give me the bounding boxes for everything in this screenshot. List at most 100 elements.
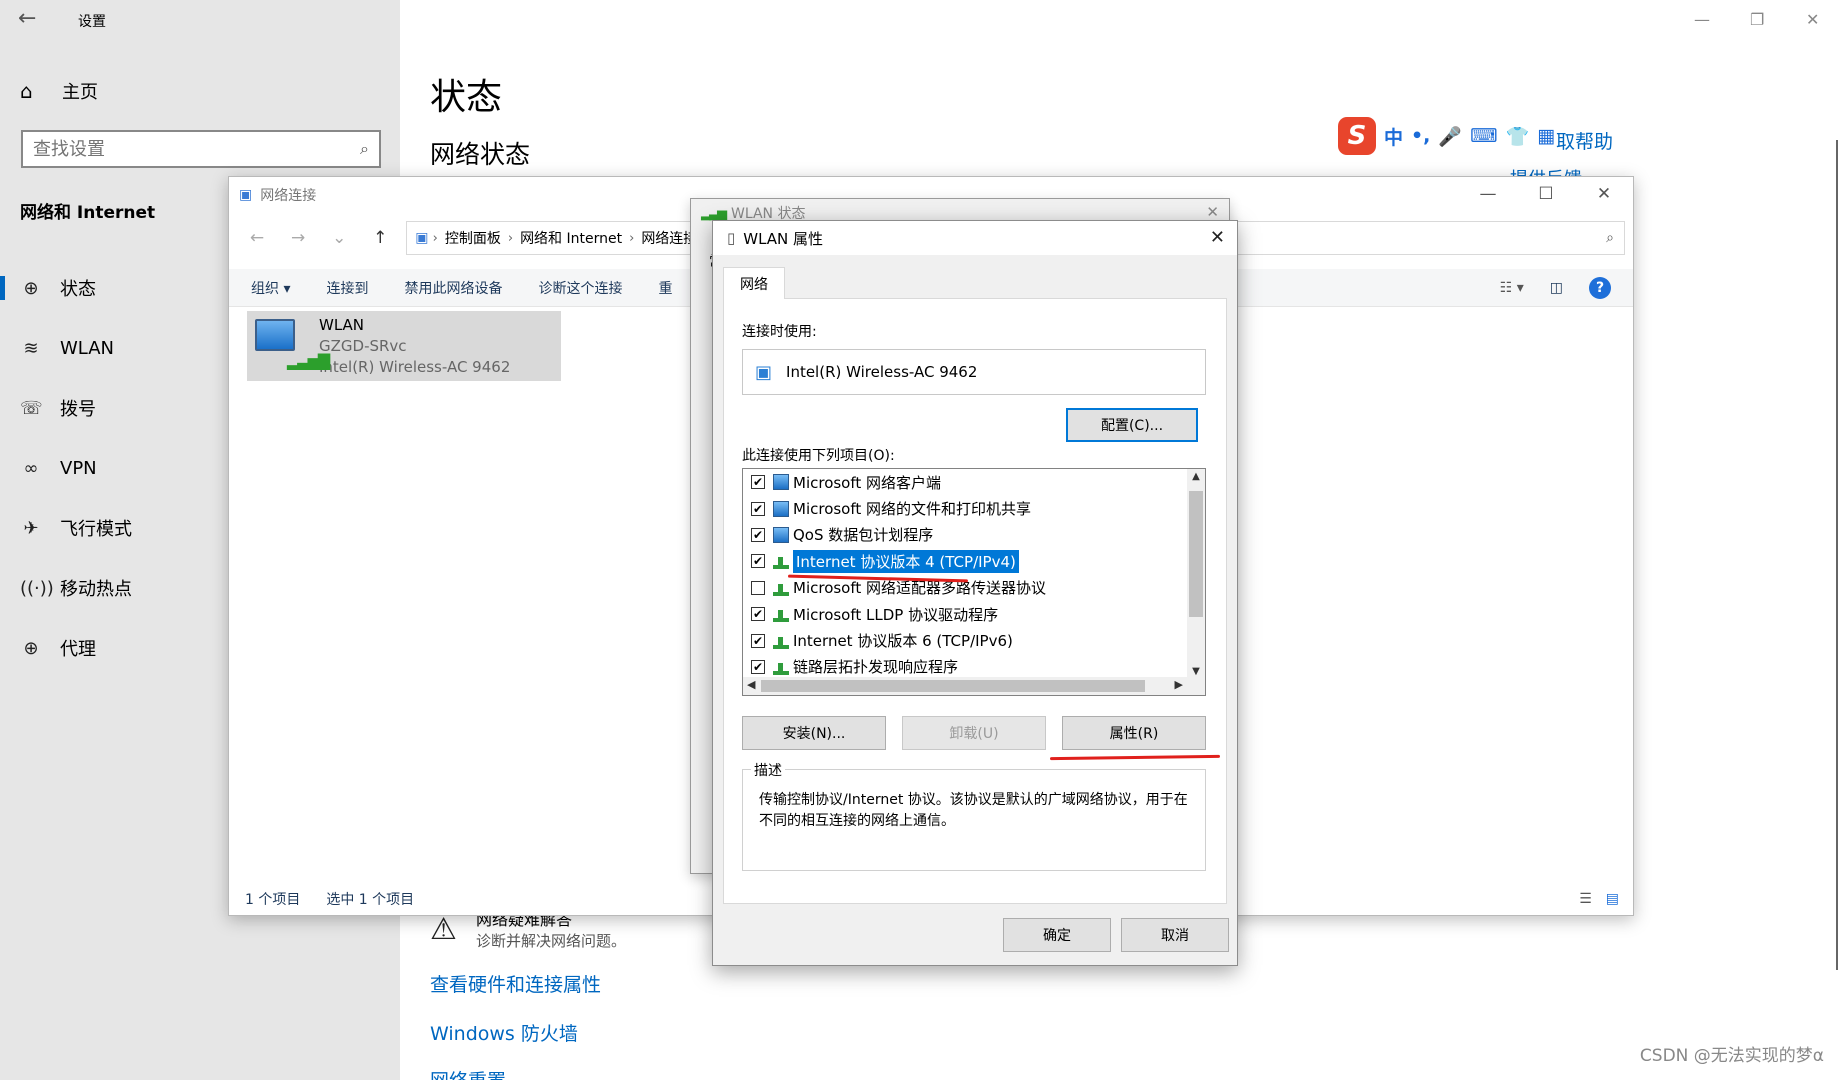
description-label: 描述: [751, 760, 785, 780]
preview-pane-icon[interactable]: ◫: [1550, 280, 1563, 296]
breadcrumb-segment[interactable]: 网络和 Internet: [520, 228, 622, 248]
wireless-adapter-icon: ▂▃▅▇: [253, 315, 330, 375]
home-icon: ⌂: [20, 79, 33, 103]
network-client-icon: [773, 474, 789, 491]
firewall-link[interactable]: Windows 防火墙: [430, 1019, 578, 1046]
configure-button[interactable]: 配置(C)...: [1066, 408, 1198, 442]
restore-icon[interactable]: ❐: [1750, 10, 1764, 29]
nav-label: 代理: [60, 639, 96, 660]
ime-keyboard-icon[interactable]: ⌨: [1470, 125, 1497, 147]
network-reset-link[interactable]: 网络重置: [430, 1066, 506, 1080]
connect-using-label: 连接时使用:: [742, 324, 817, 340]
list-item[interactable]: ✔ QoS 数据包计划程序: [743, 522, 1189, 548]
ime-toolbox-icon[interactable]: ▦: [1537, 125, 1555, 147]
horizontal-scrollbar[interactable]: ◀ ▶: [743, 677, 1205, 695]
close-icon[interactable]: ✕: [1206, 203, 1219, 221]
checkbox[interactable]: ✔: [751, 659, 765, 674]
vertical-scrollbar[interactable]: ▲ ▼: [1187, 469, 1205, 679]
components-list[interactable]: ✔ Microsoft 网络客户端 ✔ Microsoft 网络的文件和打印机共享 ✔ Q…: [742, 468, 1206, 696]
recent-dropdown-icon[interactable]: ⌄: [321, 228, 357, 248]
checkbox[interactable]: ✔: [751, 527, 765, 542]
back-arrow-icon[interactable]: ←: [239, 228, 275, 248]
chevron-right-icon[interactable]: ›: [629, 231, 634, 246]
adapter-name: Intel(R) Wireless-AC 9462: [786, 363, 978, 381]
page-scrollbar[interactable]: [1836, 140, 1838, 970]
help-icon[interactable]: ?: [1589, 276, 1611, 299]
section-title: 网络状态: [430, 140, 531, 169]
install-button[interactable]: 安装(N)...: [742, 716, 886, 750]
large-icons-view-icon[interactable]: ▤: [1606, 891, 1619, 907]
list-item[interactable]: ✔ Microsoft LLDP 协议驱动程序: [743, 601, 1189, 627]
ime-skin-icon[interactable]: 👕: [1506, 125, 1530, 148]
list-item[interactable]: ✔ Internet 协议版本 6 (TCP/IPv6): [743, 627, 1189, 653]
organize-menu[interactable]: 组织 ▾: [251, 278, 290, 298]
close-icon[interactable]: ✕: [1575, 177, 1633, 211]
tab-network[interactable]: 网络: [723, 267, 785, 299]
settings-search-input[interactable]: [33, 138, 361, 160]
settings-search-box[interactable]: ⌕: [21, 130, 381, 168]
rename-button[interactable]: 重: [658, 278, 672, 298]
breadcrumb-segment[interactable]: 控制面板: [445, 228, 501, 248]
sogou-logo-icon[interactable]: S: [1338, 117, 1376, 155]
airplane-icon: ✈: [23, 517, 39, 539]
forward-arrow-icon[interactable]: →: [280, 228, 316, 248]
protocol-icon: [773, 580, 789, 596]
list-item[interactable]: ✔ Microsoft 网络客户端: [743, 469, 1189, 495]
hardware-properties-link[interactable]: 查看硬件和连接属性: [430, 970, 601, 997]
checkbox[interactable]: [751, 580, 765, 595]
breadcrumb-segment[interactable]: 网络连接: [641, 228, 697, 248]
connection-name: WLAN: [319, 316, 365, 334]
minimize-icon[interactable]: —: [1694, 10, 1710, 29]
control-panel-icon: ▣: [415, 230, 429, 246]
checkbox[interactable]: ✔: [751, 607, 765, 622]
back-arrow-icon[interactable]: ←: [18, 6, 36, 31]
chevron-right-icon[interactable]: ›: [429, 231, 438, 246]
wlan-properties-titlebar: ▯ WLAN 属性: [713, 221, 1237, 255]
home-nav-item[interactable]: ⌂ 主页: [20, 78, 98, 104]
up-arrow-icon[interactable]: ↑: [362, 228, 398, 248]
adapter-field: ▣ Intel(R) Wireless-AC 9462: [742, 349, 1206, 395]
vpn-icon: ∞: [23, 457, 39, 479]
disable-device-button[interactable]: 禁用此网络设备: [404, 278, 502, 298]
checkbox[interactable]: ✔: [751, 475, 765, 490]
list-item[interactable]: ✔ Internet 协议版本 4 (TCP/IPv4): [743, 548, 1189, 574]
details-view-icon[interactable]: ☰: [1579, 891, 1592, 907]
connection-ssid: GZGD-SRvc: [319, 337, 407, 355]
nav-label: 移动热点: [60, 579, 132, 600]
checkbox[interactable]: ✔: [751, 554, 765, 569]
nav-label: 飞行模式: [60, 519, 132, 540]
scroll-thumb[interactable]: [1189, 491, 1203, 617]
uninstall-button[interactable]: 卸载(U): [902, 716, 1046, 750]
ime-chinese-mode[interactable]: 中: [1384, 123, 1403, 150]
network-adapter-icon: ▣: [755, 361, 773, 383]
properties-button[interactable]: 属性(R): [1062, 716, 1206, 750]
close-icon[interactable]: ✕: [1210, 227, 1225, 248]
wlan-connection-item[interactable]: ▂▃▅▇ WLAN GZGD-SRvc Intel(R) Wireless-AC…: [247, 311, 561, 381]
wifi-icon: ≋: [23, 337, 39, 359]
ime-microphone-icon[interactable]: 🎤: [1438, 125, 1462, 148]
page-title: 状态: [430, 77, 503, 118]
scroll-left-icon[interactable]: ◀: [747, 678, 755, 691]
view-options-icon[interactable]: ☷ ▾: [1500, 280, 1524, 296]
scroll-thumb[interactable]: [761, 680, 1145, 692]
scroll-up-icon[interactable]: ▲: [1187, 471, 1205, 482]
list-item[interactable]: ✔ Microsoft 网络的文件和打印机共享: [743, 495, 1189, 521]
diagnose-button[interactable]: 诊断这个连接: [538, 278, 622, 298]
cancel-button[interactable]: 取消: [1121, 918, 1229, 952]
view-switcher: ☰ ▤: [1579, 891, 1619, 907]
checkbox[interactable]: ✔: [751, 501, 765, 516]
close-icon[interactable]: ✕: [1806, 10, 1819, 29]
minimize-icon[interactable]: —: [1459, 177, 1517, 211]
checkbox[interactable]: ✔: [751, 633, 765, 648]
ime-punctuation-icon[interactable]: •,: [1411, 125, 1430, 147]
maximize-icon[interactable]: ☐: [1517, 177, 1575, 211]
search-icon[interactable]: ⌕: [1606, 230, 1614, 246]
scroll-right-icon[interactable]: ▶: [1175, 678, 1183, 691]
get-help-link[interactable]: 取帮助: [1556, 127, 1613, 154]
search-icon[interactable]: ⌕: [360, 139, 369, 159]
list-item[interactable]: ✔ 链路层拓扑发现响应程序: [743, 654, 1189, 679]
scroll-down-icon[interactable]: ▼: [1187, 666, 1205, 677]
connect-to-button[interactable]: 连接到: [326, 278, 368, 298]
chevron-right-icon[interactable]: ›: [508, 231, 513, 246]
ok-button[interactable]: 确定: [1003, 918, 1111, 952]
